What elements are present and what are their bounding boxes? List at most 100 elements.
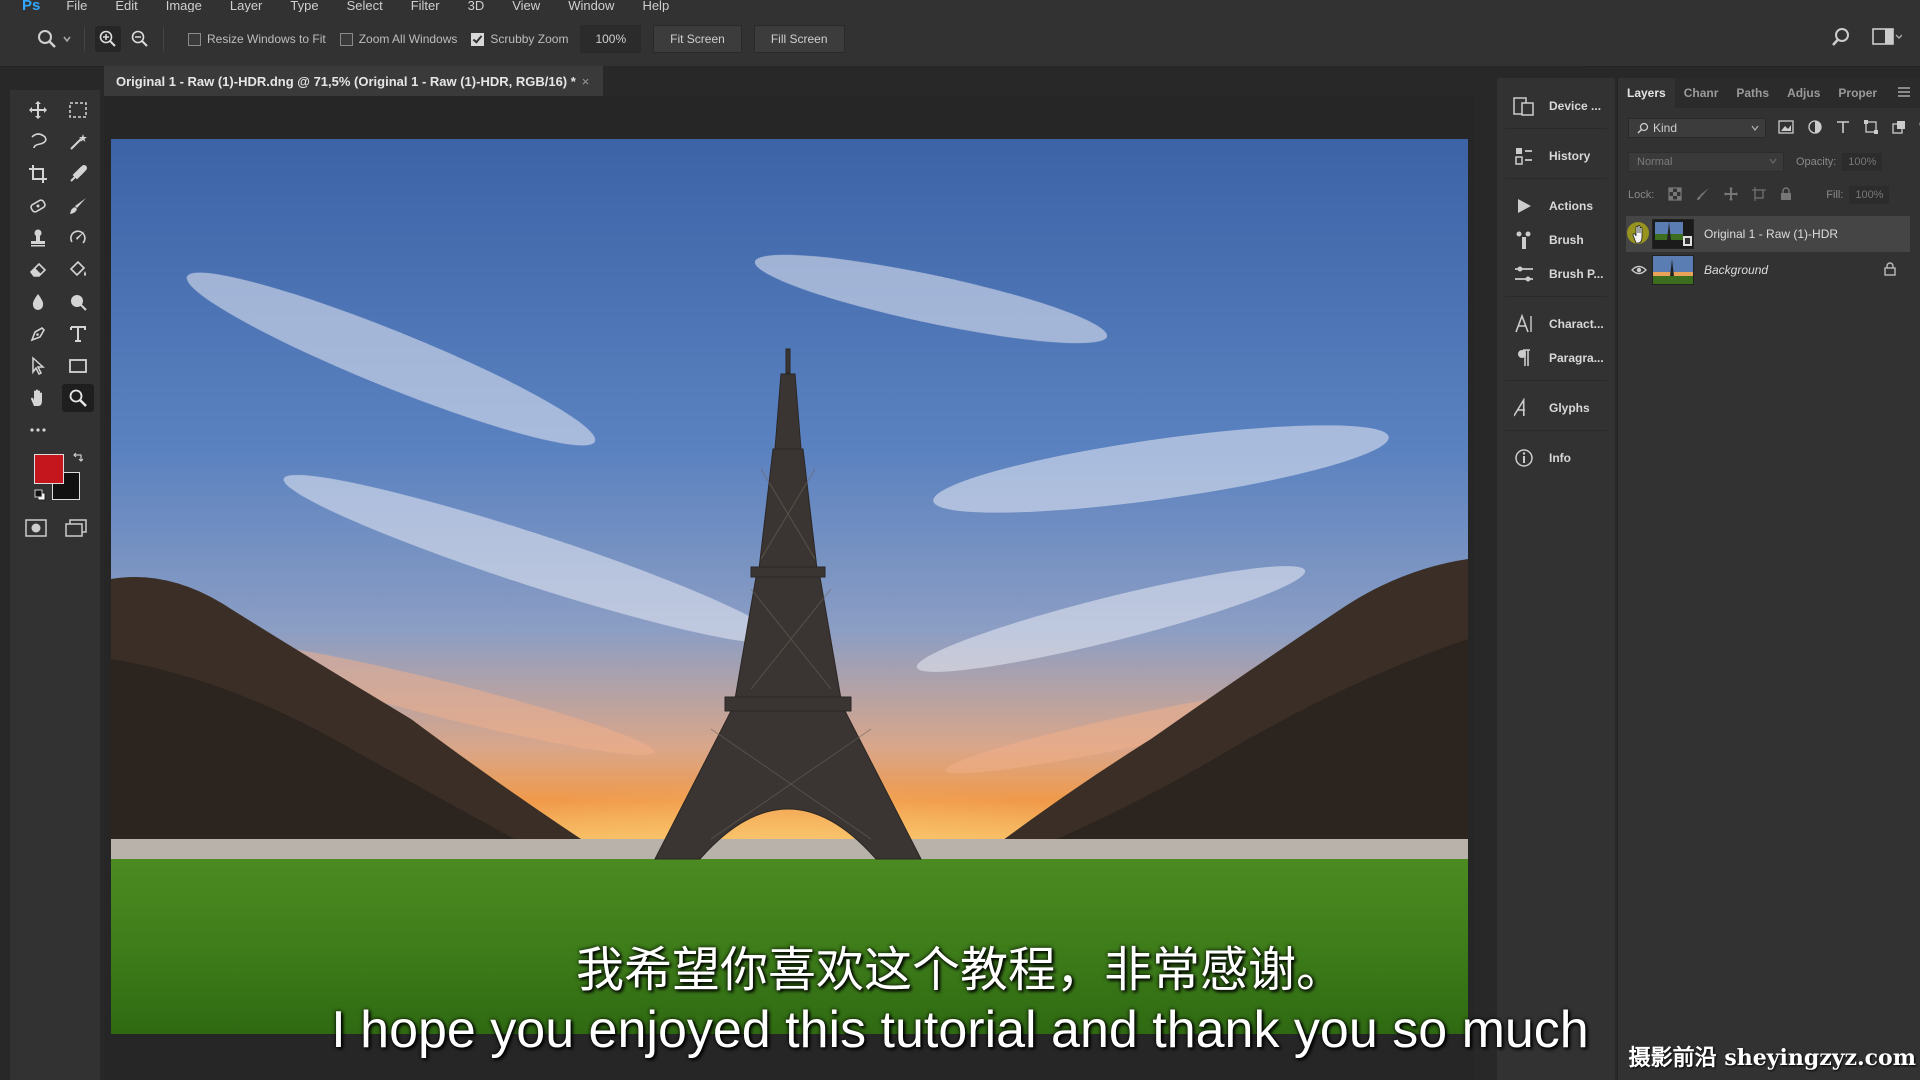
workspace-icon[interactable] (1872, 27, 1903, 50)
move-tool-icon[interactable] (22, 96, 54, 124)
quick-mask-icon[interactable] (24, 518, 48, 543)
cursor-hand-icon (1627, 222, 1649, 244)
eyedropper-tool-icon[interactable] (62, 160, 94, 188)
separator (84, 27, 85, 51)
visibility-toggle-empty[interactable] (1626, 219, 1652, 249)
menu-window[interactable]: Window (568, 0, 614, 12)
menu-help[interactable]: Help (642, 0, 669, 12)
options-bar: Resize Windows to Fit Zoom All Windows S… (0, 12, 1920, 67)
lock-all-icon[interactable] (1780, 186, 1792, 204)
document-tab[interactable]: Original 1 - Raw (1)-HDR.dng @ 71,5% (Or… (104, 66, 604, 96)
panel-paragraph[interactable]: Paragra... (1511, 344, 1604, 372)
layer-row-hdr[interactable]: Original 1 - Raw (1)-HDR (1626, 216, 1910, 252)
panel-brush-presets[interactable]: Brush P... (1511, 260, 1603, 288)
menu-image[interactable]: Image (166, 0, 202, 12)
chevron-down-icon[interactable] (60, 26, 74, 52)
search-icon[interactable] (1830, 26, 1852, 51)
menu-file[interactable]: File (66, 0, 87, 12)
panel-glyphs[interactable]: Glyphs (1511, 394, 1590, 422)
lock-transparent-icon[interactable] (1668, 186, 1682, 204)
paragraph-icon (1511, 345, 1537, 371)
history-brush-tool-icon[interactable] (62, 224, 94, 252)
fill-field[interactable]: 100% (1849, 186, 1890, 204)
more-tools-icon[interactable] (22, 416, 54, 444)
type-tool-icon[interactable] (62, 320, 94, 348)
zoom-all-windows-checkbox[interactable]: Zoom All Windows (339, 32, 457, 46)
tab-adjustments[interactable]: Adjus (1778, 78, 1829, 108)
dodge-tool-icon[interactable] (62, 288, 94, 316)
panel-info[interactable]: Info (1511, 444, 1571, 472)
zoom-tool-preset-icon[interactable] (34, 26, 60, 52)
panel-device-preview[interactable]: Device ... (1511, 92, 1601, 120)
panel-history[interactable]: History (1511, 142, 1590, 170)
swap-colors-icon[interactable] (72, 450, 84, 468)
opacity-field[interactable]: 100% (1842, 153, 1883, 171)
actions-play-icon (1511, 193, 1537, 219)
eraser-tool-icon[interactable] (22, 256, 54, 284)
subtitle-chinese: 我希望你喜欢这个教程，非常感谢。 (575, 942, 1344, 998)
pen-tool-icon[interactable] (22, 320, 54, 348)
photoshop-logo: Ps (22, 0, 41, 12)
lock-artboard-icon[interactable] (1752, 186, 1767, 204)
filter-kind-select[interactable]: Kind (1628, 118, 1766, 138)
lock-position-icon[interactable] (1724, 186, 1739, 204)
lasso-tool-icon[interactable] (22, 128, 54, 156)
checkbox-box[interactable] (339, 32, 353, 46)
panel-character[interactable]: Charact... (1511, 310, 1604, 338)
menu-layer[interactable]: Layer (230, 0, 263, 12)
lock-pixels-icon[interactable] (1696, 187, 1710, 204)
checkbox-box[interactable] (188, 32, 201, 46)
panel-menu-icon[interactable] (1897, 86, 1911, 101)
smart-object-filter-icon[interactable] (1892, 120, 1906, 137)
zoom-out-icon[interactable] (127, 26, 153, 52)
tab-properties[interactable]: Proper (1829, 78, 1886, 108)
hand-tool-icon[interactable] (22, 384, 54, 412)
tab-paths[interactable]: Paths (1727, 78, 1778, 108)
tab-channels[interactable]: Chanr (1675, 78, 1728, 108)
checkbox-box-checked[interactable] (471, 32, 485, 46)
brush-presets-icon (1511, 261, 1537, 287)
layers-panel-tabs: Layers Chanr Paths Adjus Proper (1618, 78, 1920, 108)
adjustment-filter-icon[interactable] (1808, 119, 1822, 137)
blur-tool-icon[interactable] (22, 288, 54, 316)
menu-select[interactable]: Select (347, 0, 383, 12)
scrubby-zoom-checkbox[interactable]: Scrubby Zoom (471, 32, 568, 46)
layer-row-background[interactable]: Background (1626, 252, 1910, 288)
fill-screen-button[interactable]: Fill Screen (753, 25, 845, 53)
brush-tool-icon[interactable] (62, 192, 94, 220)
resize-windows-checkbox[interactable]: Resize Windows to Fit (188, 32, 326, 46)
fit-screen-button[interactable]: Fit Screen (653, 25, 742, 53)
zoom-percent-field[interactable]: 100% (580, 25, 642, 53)
blend-mode-select[interactable]: Normal (1628, 152, 1784, 172)
healing-brush-tool-icon[interactable] (22, 192, 54, 220)
divider (1505, 128, 1607, 129)
menu-3d[interactable]: 3D (468, 0, 485, 12)
zoom-tool-icon[interactable] (62, 384, 94, 412)
crop-tool-icon[interactable] (22, 160, 54, 188)
panel-actions[interactable]: Actions (1511, 192, 1593, 220)
panel-brush[interactable]: Brush (1511, 226, 1584, 254)
screen-mode-icon[interactable] (64, 518, 88, 543)
paint-bucket-tool-icon[interactable] (62, 256, 94, 284)
path-selection-tool-icon[interactable] (22, 352, 54, 380)
rectangle-tool-icon[interactable] (62, 352, 94, 380)
shape-filter-icon[interactable] (1864, 119, 1878, 137)
zoom-in-icon[interactable] (95, 26, 121, 52)
eye-icon[interactable] (1626, 265, 1652, 275)
menu-view[interactable]: View (512, 0, 540, 12)
menu-filter[interactable]: Filter (411, 0, 440, 12)
close-tab-icon[interactable]: × (582, 74, 590, 89)
fill-label: Fill: (1826, 189, 1844, 201)
divider (1505, 296, 1607, 297)
menu-type[interactable]: Type (290, 0, 318, 12)
menu-edit[interactable]: Edit (115, 0, 137, 12)
tab-layers[interactable]: Layers (1618, 78, 1675, 108)
type-filter-icon[interactable] (1836, 120, 1850, 137)
canvas-image-eiffel-tower[interactable] (111, 139, 1468, 1034)
default-colors-icon[interactable] (34, 488, 46, 506)
marquee-tool-icon[interactable] (62, 96, 94, 124)
magic-wand-tool-icon[interactable] (62, 128, 94, 156)
foreground-color-swatch-top[interactable] (34, 454, 64, 484)
pixel-layer-filter-icon[interactable] (1778, 119, 1794, 137)
clone-stamp-tool-icon[interactable] (22, 224, 54, 252)
